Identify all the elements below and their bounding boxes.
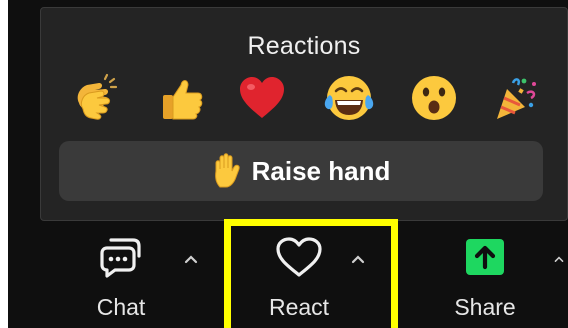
react-button[interactable]: React bbox=[262, 224, 336, 328]
share-label: Share bbox=[454, 294, 516, 320]
red-heart-icon[interactable] bbox=[234, 70, 290, 126]
react-options-chevron-up-icon[interactable] bbox=[347, 248, 369, 270]
react-label: React bbox=[268, 294, 330, 320]
share-screen-icon bbox=[462, 224, 508, 290]
chat-label: Chat bbox=[96, 294, 146, 320]
surprised-face-icon[interactable] bbox=[406, 70, 462, 126]
tears-of-joy-icon[interactable] bbox=[321, 70, 377, 126]
raised-hand-icon bbox=[212, 153, 242, 189]
clapping-hands-icon[interactable] bbox=[66, 70, 122, 126]
raise-hand-label: Raise hand bbox=[251, 155, 391, 186]
thumbs-up-icon[interactable] bbox=[154, 70, 210, 126]
chat-options-chevron-up-icon[interactable] bbox=[180, 248, 202, 270]
heart-outline-icon bbox=[274, 224, 324, 290]
share-button[interactable]: Share bbox=[448, 224, 522, 328]
chat-bubbles-icon bbox=[97, 224, 145, 290]
reactions-popup: Reactions Raise hand bbox=[40, 7, 568, 221]
meeting-toolbar-area: Reactions Raise hand Chat React Share bbox=[8, 0, 568, 328]
popup-title: Reactions bbox=[247, 32, 361, 60]
share-options-chevron-up-icon[interactable] bbox=[554, 248, 564, 270]
chat-button[interactable]: Chat bbox=[88, 224, 154, 328]
party-popper-icon[interactable] bbox=[488, 70, 544, 126]
raise-hand-button[interactable]: Raise hand bbox=[59, 141, 543, 201]
